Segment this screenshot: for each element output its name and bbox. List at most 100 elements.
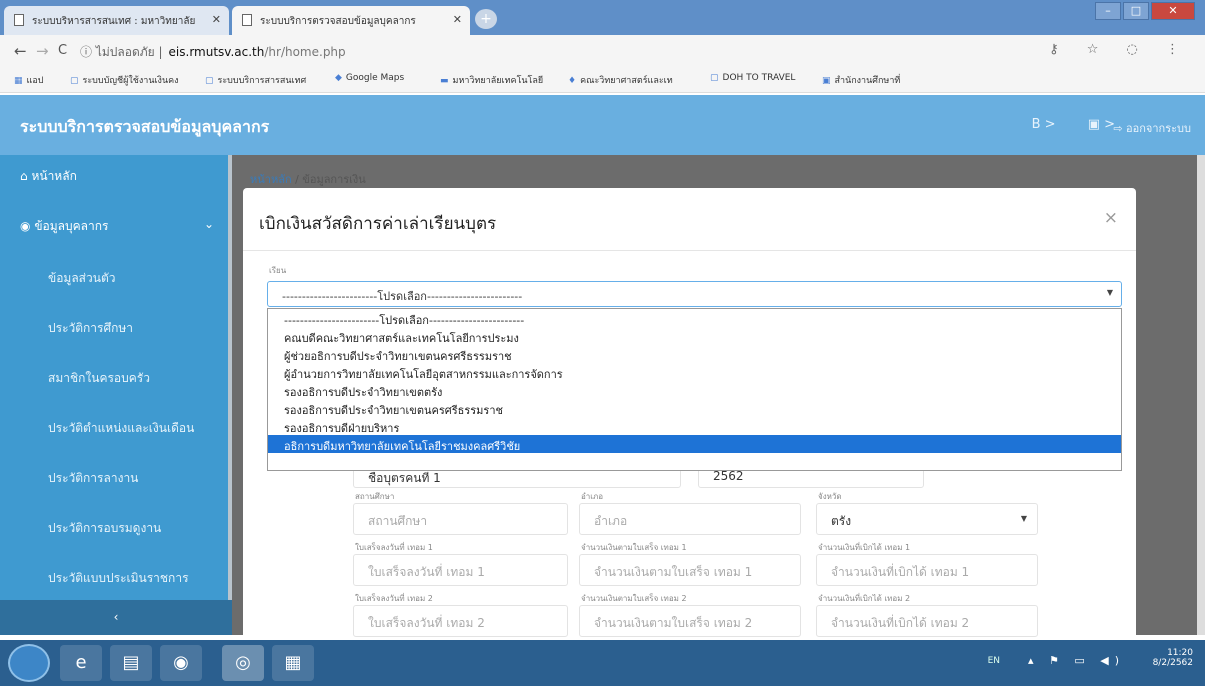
claim2-input[interactable]: จำนวนเงินที่เบิกได้ เทอม 2 <box>816 605 1038 637</box>
url-host: eis.rmutsv.ac.th <box>168 45 265 59</box>
sidebar-item-label: ข้อมูลบุคลากร <box>34 219 109 233</box>
claim1-input[interactable]: จำนวนเงินที่เบิกได้ เทอม 1 <box>816 554 1038 586</box>
chevron-down-icon: ⌄ <box>203 217 214 231</box>
sidebar-collapse-button[interactable]: ‹ <box>0 600 232 635</box>
bookmark-item[interactable]: ▬ มหาวิทยาลัยเทคโนโลยี <box>440 73 543 87</box>
recipient-dropdown-list: ------------------------โปรดเลือก-------… <box>267 308 1122 471</box>
start-button[interactable] <box>8 644 50 682</box>
file-explorer-icon[interactable]: ▤ <box>110 645 152 681</box>
clock[interactable]: 11:20 8/2/2562 <box>1153 648 1193 668</box>
welfare-tuition-modal: เบิกเงินสวัสดิการค่าเล่าเรียนบุตร × เรีย… <box>243 188 1136 637</box>
forward-icon[interactable]: → <box>36 42 49 60</box>
receipt1-date-input[interactable]: ใบเสร็จลงวันที่ เทอม 1 <box>353 554 568 586</box>
dropdown-option[interactable]: รองอธิการบดีประจำวิทยาเขตนครศรีธรรมราช <box>268 399 1121 417</box>
address-bar-row: ← → C ⓘ ไม่ปลอดภัย | eis.rmutsv.ac.th/hr/… <box>0 35 1205 65</box>
window-controls: – □ ✕ <box>1095 2 1195 20</box>
tab-eis[interactable]: ระบบบริหารสารสนเทศ : มหาวิทยาลัย ✕ <box>4 6 229 35</box>
claim1-label: จำนวนเงินที่เบิกได้ เทอม 1 <box>818 543 911 552</box>
url-field[interactable]: ⓘ ไม่ปลอดภัย | eis.rmutsv.ac.th/hr/home.p… <box>80 40 1130 62</box>
close-tab-icon[interactable]: ✕ <box>212 13 221 26</box>
amount1-input[interactable]: จำนวนเงินตามใบเสร็จ เทอม 1 <box>579 554 801 586</box>
system-tray-icons[interactable]: ▴ ⚑ ▭ ◀) <box>1028 654 1125 667</box>
selected-value: ------------------------โปรดเลือก-------… <box>282 290 523 303</box>
language-icon[interactable]: B > <box>1032 117 1056 132</box>
amount2-input[interactable]: จำนวนเงินตามใบเสร็จ เทอม 2 <box>579 605 801 637</box>
claim2-label: จำนวนเงินที่เบิกได้ เทอม 2 <box>818 594 911 603</box>
recipient-select[interactable]: ------------------------โปรดเลือก-------… <box>267 281 1122 307</box>
dropdown-option[interactable]: ผู้ช่วยอธิการบดีประจำวิทยาเขตนครศรีธรรมร… <box>268 345 1121 363</box>
tab-hr-service[interactable]: ระบบบริการตรวจสอบข้อมูลบุคลากร ✕ <box>232 6 470 35</box>
bookmark-apps[interactable]: ▦ แอป <box>14 73 43 87</box>
province-label: จังหวัด <box>818 492 842 501</box>
internet-explorer-icon[interactable]: e <box>60 645 102 681</box>
receipt2-label: ใบเสร็จลงวันที่ เทอม 2 <box>355 594 433 603</box>
breadcrumb-home[interactable]: หน้าหลัก <box>250 173 292 186</box>
bookmark-item[interactable]: ▢ ระบบบริการสารสนเทศ <box>205 73 306 87</box>
bookmark-item[interactable]: ▣ สำนักงานศึกษาที่ <box>822 73 900 87</box>
address-bar-icons[interactable]: ⚷ ☆ ◌ ⋮ <box>1049 42 1191 57</box>
breadcrumb: หน้าหลัก / ข้อมูลการเงิน <box>250 170 366 188</box>
dropdown-option[interactable]: ผู้อำนวยการวิทยาลัยเทคโนโลยีอุตสาหกรรมแล… <box>268 363 1121 381</box>
office-icon[interactable]: ◉ <box>160 645 202 681</box>
reload-icon[interactable]: C <box>58 43 67 58</box>
bookmark-item[interactable]: ▢ ระบบบัญชีผู้ใช้งานเงินคง <box>70 73 179 87</box>
windows-taskbar: e ▤ ◉ ◎ ▦ EN ▴ ⚑ ▭ ◀) 11:20 8/2/2562 <box>0 640 1205 686</box>
dropdown-option[interactable]: รองอธิการบดีฝ่ายบริหาร <box>268 417 1121 435</box>
map-icon: ◆ <box>335 73 342 83</box>
close-icon[interactable]: × <box>1104 208 1118 228</box>
calendar-icon[interactable]: ▣ > <box>1088 117 1115 132</box>
site-info-icon[interactable]: ⓘ ไม่ปลอดภัย | <box>80 45 163 59</box>
sidebar-item-position-salary[interactable]: ประวัติตำแหน่งและเงินเดือน <box>0 407 232 457</box>
bookmarks-bar: ▦ แอป ▢ ระบบบัญชีผู้ใช้งานเงินคง ▢ ระบบบริก… <box>0 65 1205 93</box>
page-icon <box>14 14 24 26</box>
app-header: ระบบบริการตรวจสอบข้อมูลบุคลากร B > ▣ > ⇨… <box>0 95 1205 155</box>
minimize-button[interactable]: – <box>1095 2 1121 20</box>
dropdown-option[interactable]: ------------------------โปรดเลือก-------… <box>268 309 1121 327</box>
breadcrumb-current: / ข้อมูลการเงิน <box>295 173 366 186</box>
recipient-label: เรียน <box>269 266 287 275</box>
sidebar-item-leave[interactable]: ประวัติการลางาน <box>0 457 232 507</box>
school-label: สถานศึกษา <box>355 492 395 501</box>
back-icon[interactable]: ← <box>14 42 27 60</box>
user-icon: ◉ <box>20 219 31 233</box>
province-select[interactable]: ตรัง ▼ <box>816 503 1038 535</box>
new-tab-button[interactable]: + <box>475 9 497 29</box>
chrome-icon[interactable]: ◎ <box>222 645 264 681</box>
dropdown-option-selected[interactable]: อธิการบดีมหาวิทยาลัยเทคโนโลยีราชมงคลศรีว… <box>268 435 1121 453</box>
language-indicator[interactable]: EN <box>988 656 1000 666</box>
dropdown-option[interactable]: คณบดีคณะวิทยาศาสตร์และเทคโนโลยีการประมง <box>268 327 1121 345</box>
page-icon: ▢ <box>205 76 214 86</box>
sidebar-item-personnel[interactable]: ◉ ข้อมูลบุคลากร ⌄ <box>0 205 232 255</box>
sidebar-item-home[interactable]: ⌂ หน้าหลัก <box>0 155 232 205</box>
logout-button[interactable]: ⇨ ออกจากระบบ <box>1113 119 1191 137</box>
province-value: ตรัง <box>831 514 852 528</box>
bookmark-doh-to-travel[interactable]: ▢ DOH TO TRAVEL <box>710 73 795 83</box>
clock-time: 11:20 <box>1167 648 1193 658</box>
close-window-button[interactable]: ✕ <box>1151 2 1195 20</box>
app-title[interactable]: ระบบบริการตรวจสอบข้อมูลบุคลากร <box>20 115 269 140</box>
sidebar-item-education[interactable]: ประวัติการศึกษา <box>0 307 232 357</box>
apps-icon: ▦ <box>14 76 23 86</box>
faculty-icon: ♦ <box>568 76 577 86</box>
bookmark-item[interactable]: ♦ คณะวิทยาศาสตร์และเท <box>568 73 673 87</box>
header-icons: B > ▣ > <box>1004 117 1115 132</box>
sidebar-item-personal-info[interactable]: ข้อมูลส่วนตัว <box>0 257 232 307</box>
receipt2-date-input[interactable]: ใบเสร็จลงวันที่ เทอม 2 <box>353 605 568 637</box>
district-input[interactable]: อำเภอ <box>579 503 801 535</box>
sidebar-item-label: หน้าหลัก <box>31 169 77 183</box>
sidebar-item-training[interactable]: ประวัติการอบรมดูงาน <box>0 507 232 557</box>
bookmark-google-maps[interactable]: ◆ Google Maps <box>335 73 404 83</box>
page-icon: ▢ <box>70 76 79 86</box>
tab-label: ระบบบริการตรวจสอบข้อมูลบุคลากร <box>260 16 416 27</box>
maximize-button[interactable]: □ <box>1123 2 1149 20</box>
page-scrollbar[interactable] <box>1197 155 1205 635</box>
office-icon: ▣ <box>822 76 831 86</box>
university-icon: ▬ <box>440 76 449 86</box>
close-tab-icon[interactable]: ✕ <box>453 13 462 26</box>
word-icon[interactable]: ▦ <box>272 645 314 681</box>
modal-title: เบิกเงินสวัสดิการค่าเล่าเรียนบุตร <box>259 214 497 234</box>
receipt1-label: ใบเสร็จลงวันที่ เทอม 1 <box>355 543 433 552</box>
dropdown-option[interactable]: รองอธิการบดีประจำวิทยาเขตตรัง <box>268 381 1121 399</box>
sidebar-item-family[interactable]: สมาชิกในครอบครัว <box>0 357 232 407</box>
school-input[interactable]: สถานศึกษา <box>353 503 568 535</box>
